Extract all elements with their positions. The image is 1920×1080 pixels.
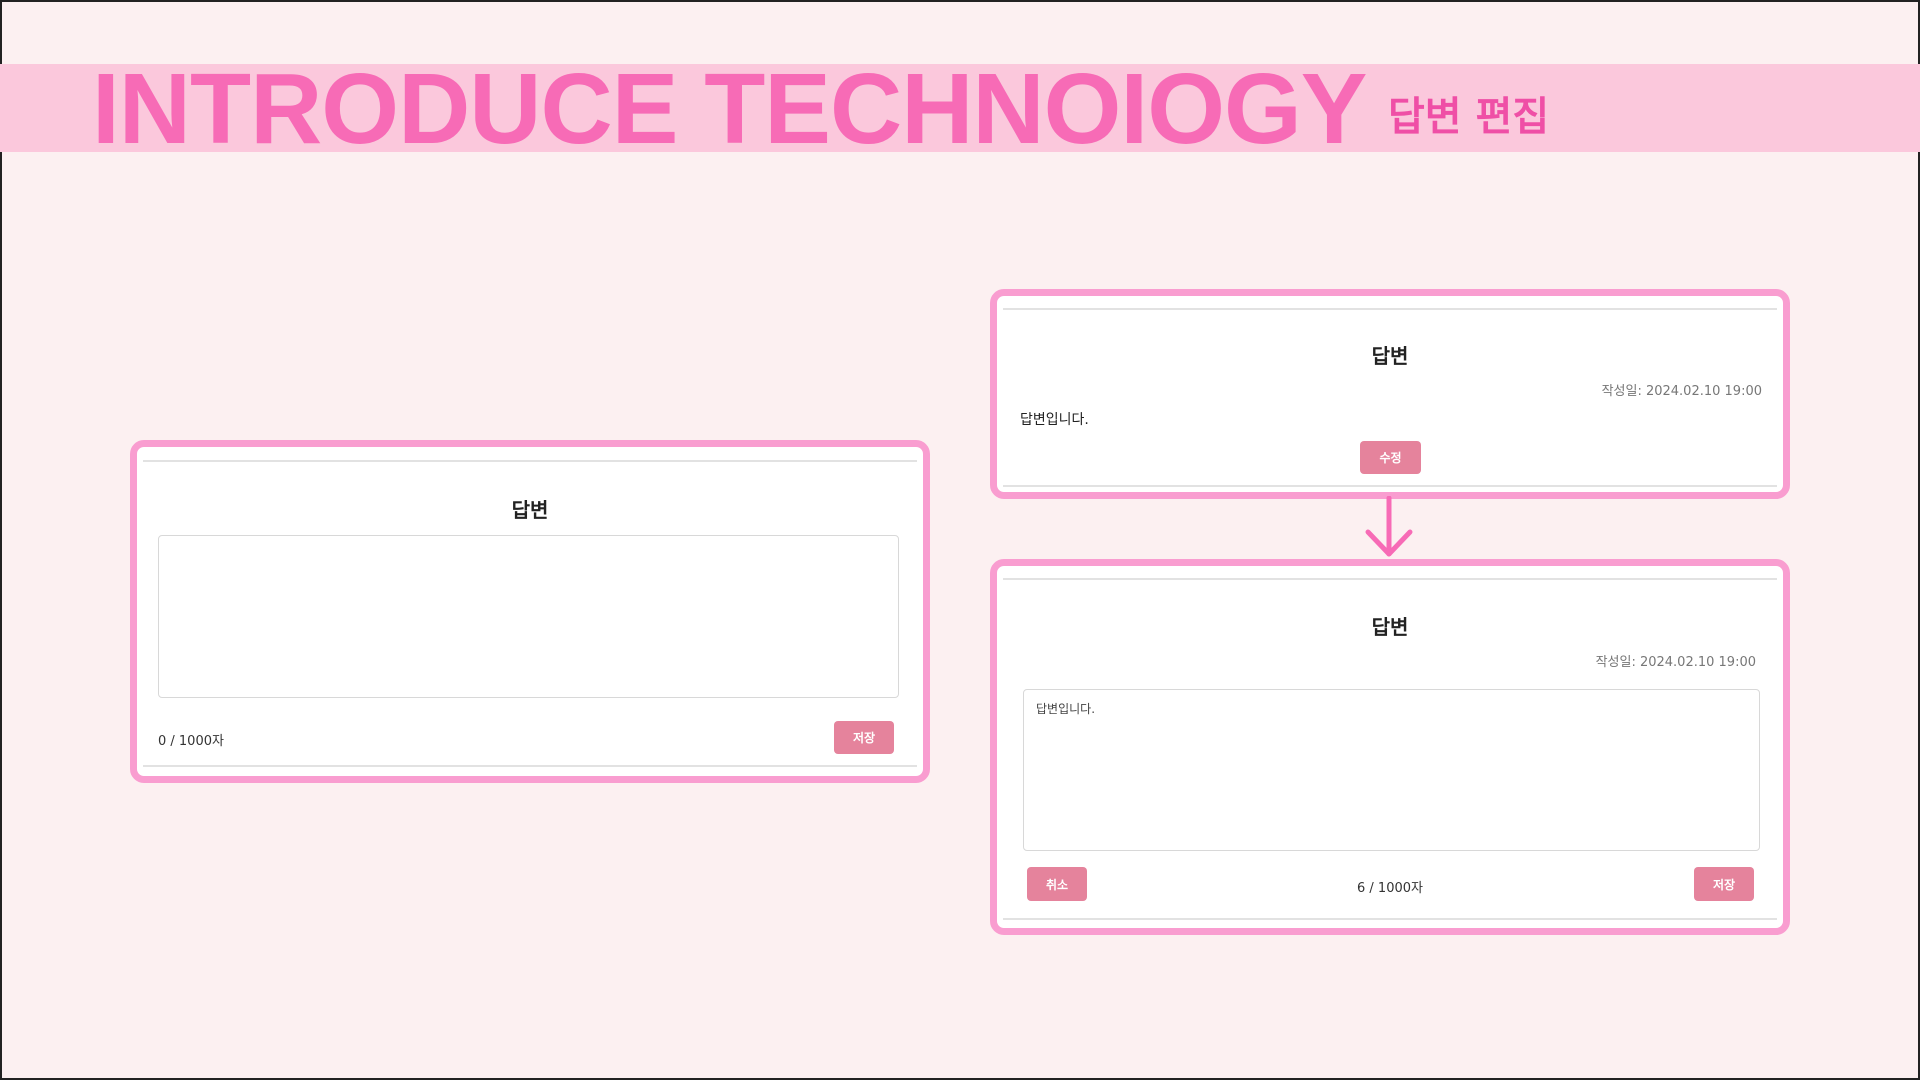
view-answer-card: 답변 작성일: 2024.02.10 19:00 답변입니다. 수정 bbox=[990, 289, 1790, 499]
card-top-divider bbox=[143, 460, 917, 462]
new-answer-card: 답변 0 / 1000자 저장 bbox=[130, 440, 930, 783]
edit-answer-card: 답변 작성일: 2024.02.10 19:00 답변입니다. 취소 6 / 1… bbox=[990, 559, 1790, 935]
card-title: 답변 bbox=[1371, 344, 1409, 368]
answer-content: 답변입니다. bbox=[1020, 412, 1089, 428]
created-date: 작성일: 2024.02.10 19:00 bbox=[1601, 384, 1762, 399]
card-title: 답변 bbox=[1371, 615, 1409, 639]
card-bottom-divider bbox=[1003, 485, 1777, 487]
card-bottom-divider bbox=[1003, 918, 1777, 920]
char-counter: 6 / 1000자 bbox=[1357, 881, 1423, 896]
arrow-down-icon bbox=[1365, 495, 1425, 560]
edit-button[interactable]: 수정 bbox=[1360, 441, 1421, 474]
slide-title: INTRODUCE TECHNOIOGY bbox=[92, 53, 1367, 165]
card-top-divider bbox=[1003, 578, 1777, 580]
char-counter: 0 / 1000자 bbox=[158, 734, 224, 749]
card-title: 답변 bbox=[511, 498, 549, 522]
save-button[interactable]: 저장 bbox=[834, 721, 894, 754]
slide-subtitle: 답변 편집 bbox=[1388, 94, 1550, 140]
created-date: 작성일: 2024.02.10 19:00 bbox=[1595, 655, 1756, 670]
card-bottom-divider bbox=[143, 765, 917, 767]
card-top-divider bbox=[1003, 308, 1777, 310]
save-button[interactable]: 저장 bbox=[1694, 867, 1754, 901]
answer-edit-textarea[interactable]: 답변입니다. bbox=[1023, 689, 1760, 851]
answer-textarea[interactable] bbox=[158, 535, 899, 698]
